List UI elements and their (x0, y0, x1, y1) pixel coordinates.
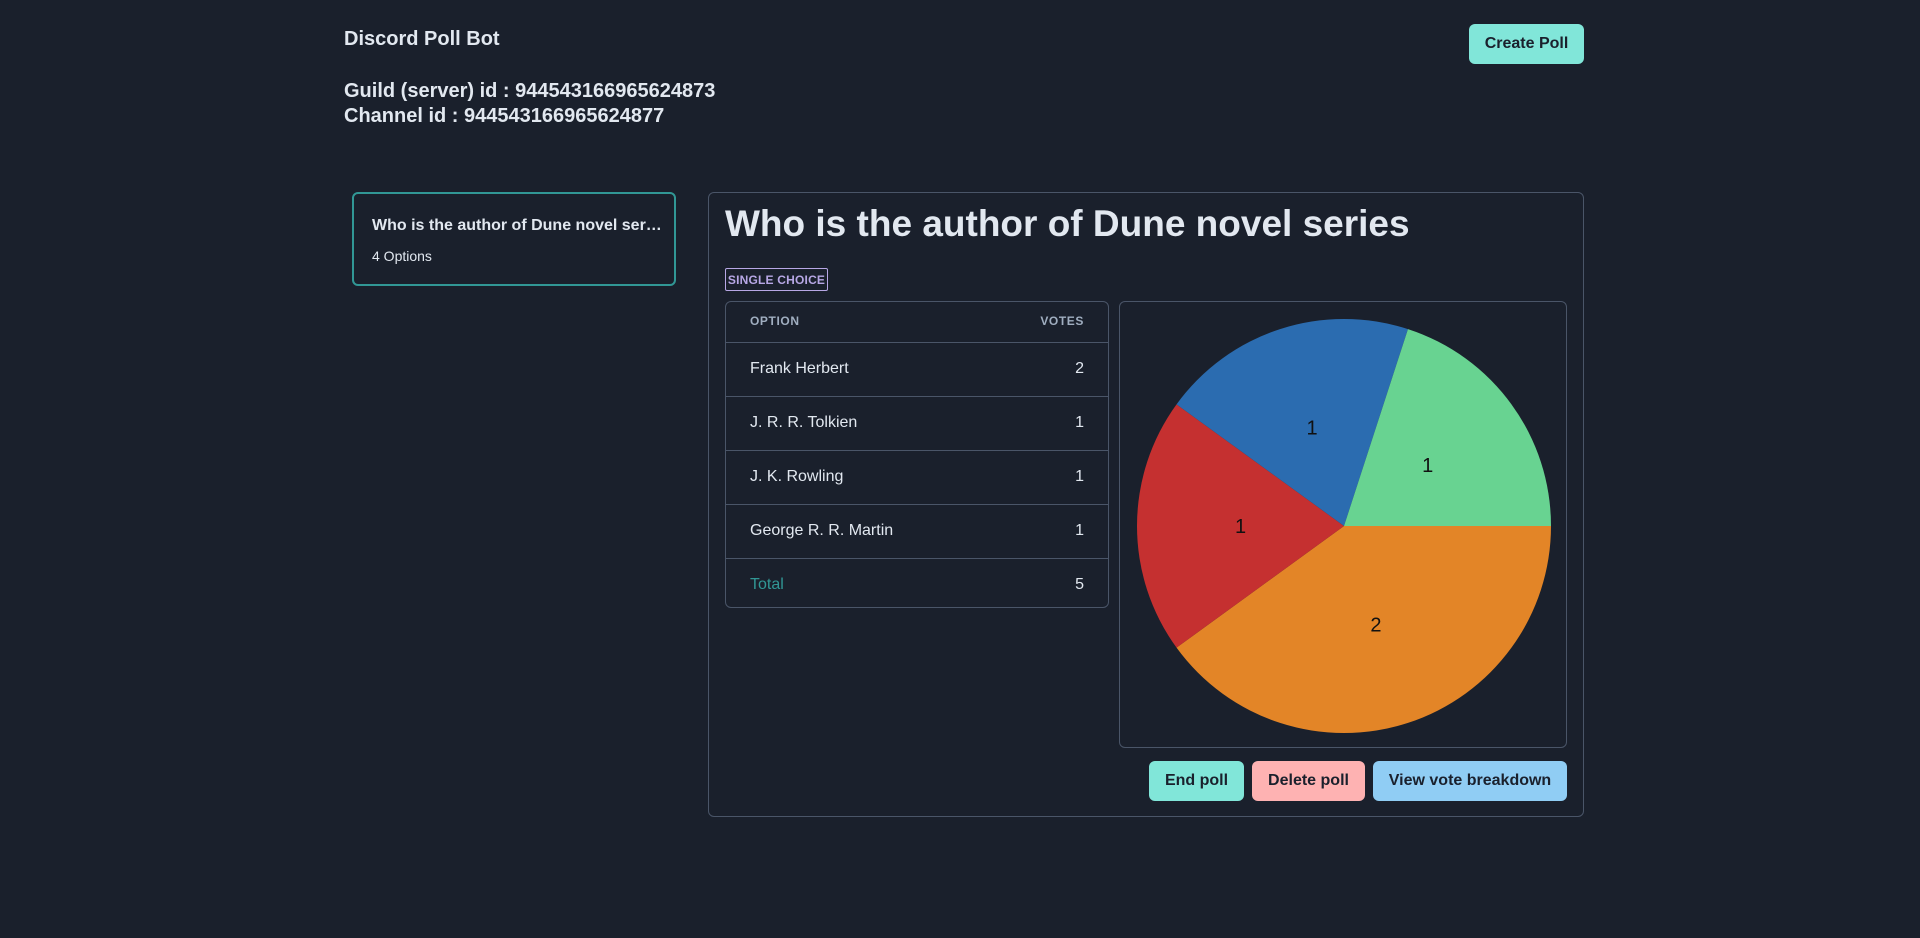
view-vote-breakdown-button[interactable]: View vote breakdown (1373, 761, 1567, 801)
channel-id: Channel id : 944543166965624877 (344, 105, 665, 127)
option-name: J. R. R. Tolkien (750, 414, 858, 431)
poll-list-item-title: Who is the author of Dune novel series (372, 217, 662, 234)
column-header-option: OPTION (750, 314, 800, 328)
option-votes: 1 (1075, 522, 1084, 539)
pie-chart-svg: 2 1 1 1 (1137, 319, 1551, 733)
table-row: George R. R. Martin 1 (726, 505, 1108, 559)
end-poll-button[interactable]: End poll (1149, 761, 1244, 801)
app-title: Discord Poll Bot (344, 28, 500, 50)
table-row: Frank Herbert 2 (726, 343, 1108, 397)
pie-slice-label: 2 (1370, 614, 1381, 636)
pie-slice-label: 1 (1306, 418, 1317, 440)
votes-pie-chart: 2 1 1 1 (1119, 301, 1567, 748)
poll-list-item-options-count: 4 Options (372, 248, 432, 264)
poll-list-item[interactable]: Who is the author of Dune novel series 4… (352, 192, 676, 286)
guild-id: Guild (server) id : 944543166965624873 (344, 80, 716, 102)
table-row: J. R. R. Tolkien 1 (726, 397, 1108, 451)
option-name: J. K. Rowling (750, 468, 844, 485)
column-header-votes: VOTES (1040, 314, 1084, 328)
pie-slice-label: 1 (1235, 516, 1246, 538)
option-votes: 1 (1075, 414, 1084, 431)
server-info: Guild (server) id : 944543166965624873 C… (344, 79, 715, 129)
votes-table-header: OPTION VOTES (726, 302, 1108, 343)
option-votes: 2 (1075, 360, 1084, 377)
table-row: J. K. Rowling 1 (726, 451, 1108, 505)
option-name: Frank Herbert (750, 360, 849, 377)
pie-slice-label: 1 (1422, 455, 1433, 477)
poll-title: Who is the author of Dune novel series (725, 203, 1410, 244)
table-total-row: Total 5 (726, 559, 1108, 607)
total-votes: 5 (1075, 576, 1084, 593)
votes-table: OPTION VOTES Frank Herbert 2 J. R. R. To… (725, 301, 1109, 608)
option-votes: 1 (1075, 468, 1084, 485)
poll-type-badge: SINGLE CHOICE (725, 268, 828, 291)
delete-poll-button[interactable]: Delete poll (1252, 761, 1365, 801)
option-name: George R. R. Martin (750, 522, 894, 539)
create-poll-button[interactable]: Create Poll (1469, 24, 1584, 64)
total-label: Total (750, 576, 784, 593)
